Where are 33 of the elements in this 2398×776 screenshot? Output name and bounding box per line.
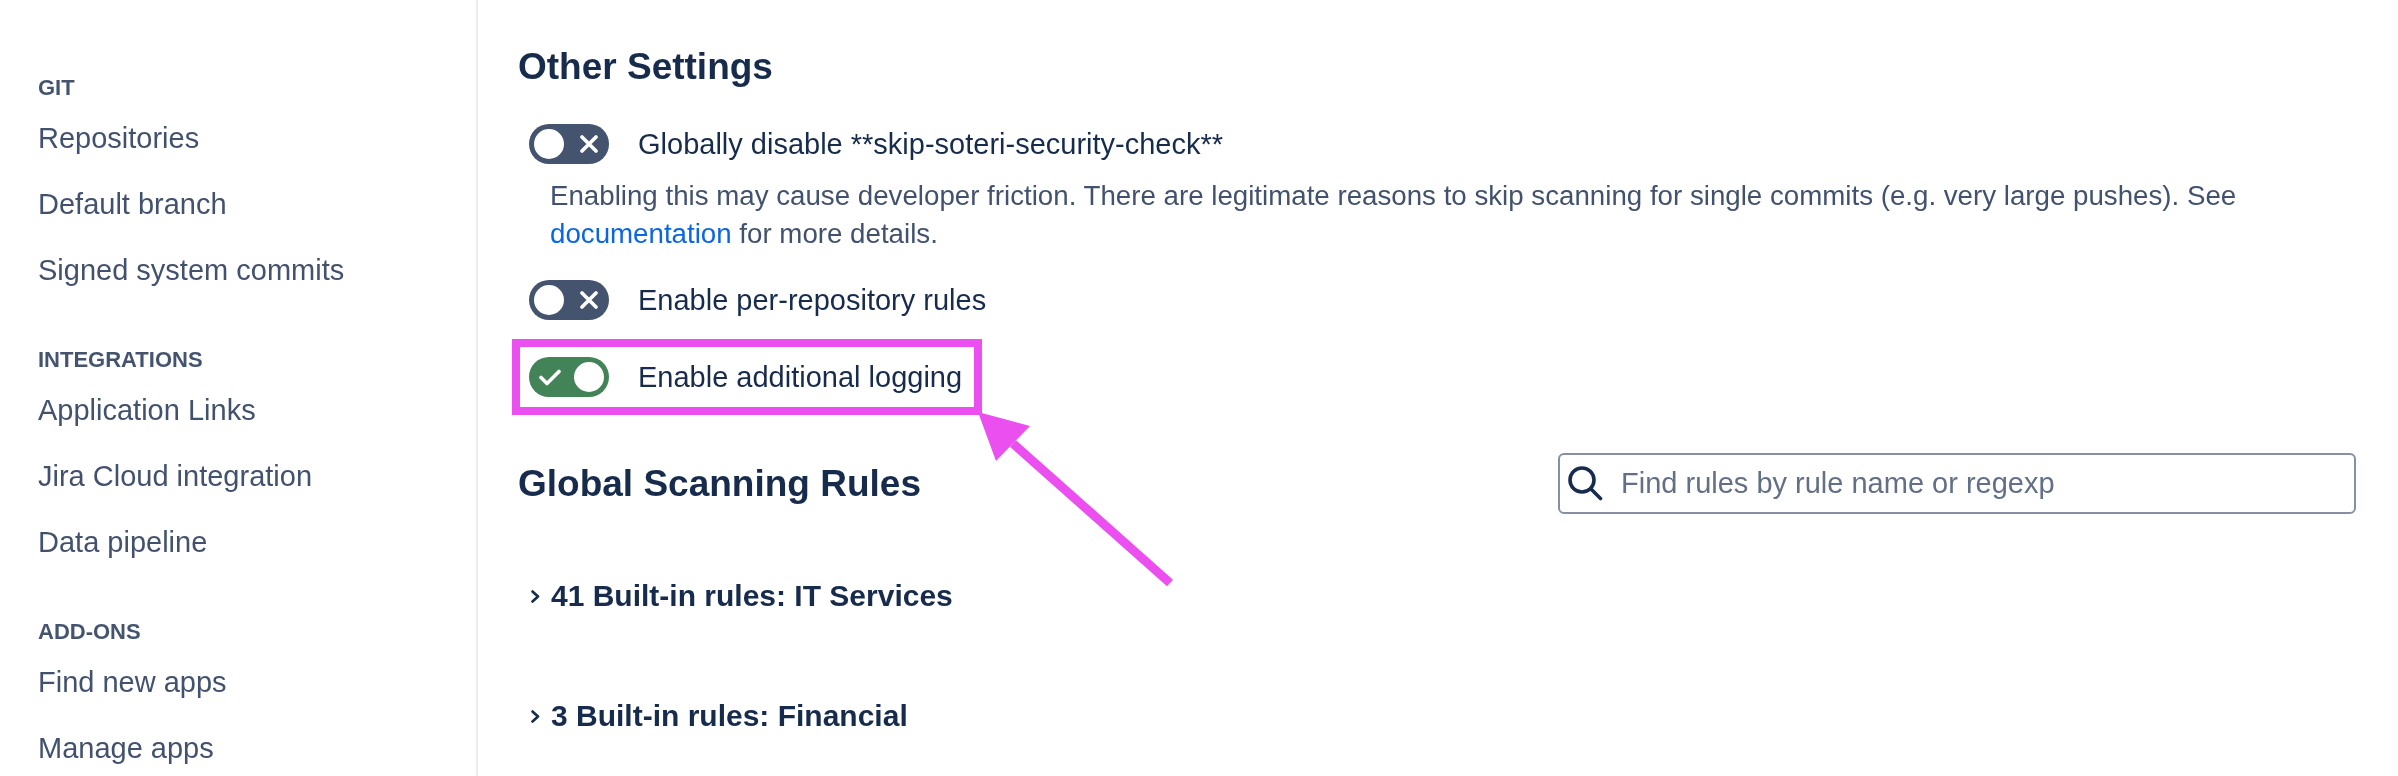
chevron-right-icon — [531, 709, 540, 723]
toggle-knob — [534, 129, 564, 159]
nav-link[interactable]: Signed system commits — [38, 252, 345, 288]
toggle-switch[interactable] — [529, 357, 609, 397]
nav-link[interactable]: Jira Cloud integration — [38, 458, 313, 494]
toggle-switch[interactable] — [529, 124, 609, 164]
section-heading: GIT — [38, 73, 75, 102]
setting-label: Enable additional logging — [638, 360, 963, 395]
section-heading: ADD-ONS — [38, 617, 141, 646]
chevron-right-icon — [531, 589, 540, 603]
nav-link[interactable]: Data pipeline — [38, 524, 208, 560]
check-icon — [539, 368, 561, 386]
toggle-knob — [574, 362, 604, 392]
x-icon — [580, 135, 598, 153]
nav-link[interactable]: Application Links — [38, 392, 256, 428]
documentation-link[interactable]: documentation — [550, 218, 732, 249]
setting-label: Enable per-repository rules — [638, 283, 987, 318]
section-title: Other Settings — [518, 45, 773, 89]
search-field[interactable]: Find rules by rule name or regexp — [1558, 453, 2356, 514]
accordion-header[interactable]: 41 Built-in rules: IT Services — [531, 576, 953, 616]
nav-link[interactable]: Repositories — [38, 120, 200, 156]
nav-link[interactable]: Find new apps — [38, 664, 227, 700]
toggle-switch[interactable] — [529, 280, 609, 320]
accordion-header[interactable]: 3 Built-in rules: Financial — [531, 696, 908, 736]
toggle-knob — [534, 285, 564, 315]
x-icon — [580, 291, 598, 309]
nav-link[interactable]: Manage apps — [38, 730, 214, 766]
setting-description: Enabling this may cause developer friction. There are legitimate reasons to skip scanning for single commits (e.g. very large pushes). See documentation for more details. — [550, 179, 2238, 251]
nav-link[interactable]: Default branch — [38, 186, 227, 222]
section-title: Global Scanning Rules — [518, 461, 921, 506]
search-icon — [1567, 465, 1603, 501]
section-heading: INTEGRATIONS — [38, 345, 203, 374]
setting-label: Globally disable **skip-soteri-security-check** — [638, 127, 1224, 162]
